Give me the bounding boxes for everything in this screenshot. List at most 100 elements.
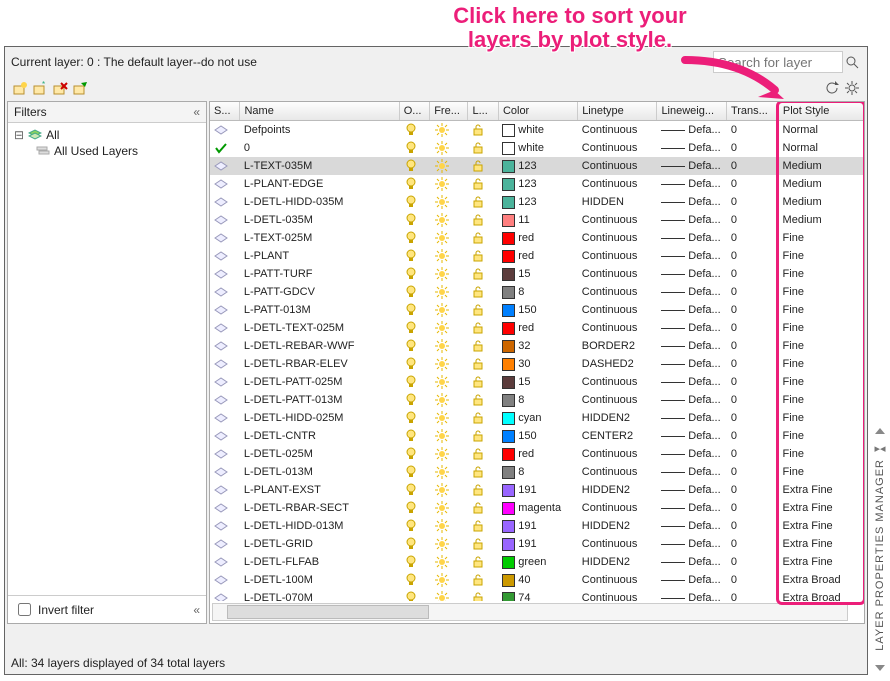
sun-freeze-icon[interactable] <box>431 249 469 263</box>
plotstyle-cell[interactable]: Extra Broad <box>779 574 864 586</box>
color-cell[interactable]: 74 <box>498 592 578 602</box>
lock-icon[interactable] <box>468 303 498 317</box>
linetype-cell[interactable]: HIDDEN2 <box>578 484 658 496</box>
plotstyle-cell[interactable]: Fine <box>779 466 864 478</box>
lineweight-cell[interactable]: Defa... <box>657 322 727 334</box>
sun-freeze-icon[interactable] <box>431 177 469 191</box>
linetype-cell[interactable]: Continuous <box>578 142 658 154</box>
linetype-cell[interactable]: Continuous <box>578 214 658 226</box>
linetype-cell[interactable]: Continuous <box>578 124 658 136</box>
invert-filter-checkbox[interactable] <box>18 603 31 616</box>
table-row[interactable]: L-DETL-FLFABgreenHIDDEN2Defa...0Extra Fi… <box>210 553 864 571</box>
color-cell[interactable]: cyan <box>498 412 578 425</box>
sun-freeze-icon[interactable] <box>431 267 469 281</box>
table-row[interactable]: L-DETL-GRID191ContinuousDefa...0Extra Fi… <box>210 535 864 553</box>
linetype-cell[interactable]: Continuous <box>578 376 658 388</box>
transparency-cell[interactable]: 0 <box>727 232 779 244</box>
plotstyle-cell[interactable]: Extra Fine <box>779 484 864 496</box>
lock-icon[interactable] <box>468 555 498 569</box>
table-row[interactable]: L-PLANT-EDGE123ContinuousDefa...0Medium <box>210 175 864 193</box>
table-row[interactable]: L-DETL-RBAR-SECTmagentaContinuousDefa...… <box>210 499 864 517</box>
transparency-cell[interactable]: 0 <box>727 124 779 136</box>
collapse-filters-icon[interactable]: « <box>193 105 200 119</box>
color-cell[interactable]: 15 <box>498 376 578 389</box>
lock-icon[interactable] <box>468 195 498 209</box>
plotstyle-cell[interactable]: Fine <box>779 448 864 460</box>
transparency-cell[interactable]: 0 <box>727 358 779 370</box>
color-cell[interactable]: 8 <box>498 286 578 299</box>
transparency-cell[interactable]: 0 <box>727 538 779 550</box>
color-cell[interactable]: 40 <box>498 574 578 587</box>
refresh-button[interactable] <box>823 79 841 97</box>
transparency-cell[interactable]: 0 <box>727 250 779 262</box>
layer-name[interactable]: L-PATT-TURF <box>240 268 401 280</box>
transparency-cell[interactable]: 0 <box>727 376 779 388</box>
lineweight-cell[interactable]: Defa... <box>657 214 727 226</box>
color-cell[interactable]: 8 <box>498 394 578 407</box>
sun-freeze-icon[interactable] <box>431 411 469 425</box>
plotstyle-cell[interactable]: Fine <box>779 322 864 334</box>
plotstyle-cell[interactable]: Extra Fine <box>779 556 864 568</box>
sun-freeze-icon[interactable] <box>431 537 469 551</box>
linetype-cell[interactable]: Continuous <box>578 448 658 460</box>
plotstyle-cell[interactable]: Fine <box>779 430 864 442</box>
transparency-cell[interactable]: 0 <box>727 160 779 172</box>
linetype-cell[interactable]: Continuous <box>578 304 658 316</box>
lock-icon[interactable] <box>468 321 498 335</box>
lineweight-cell[interactable]: Defa... <box>657 232 727 244</box>
lineweight-cell[interactable]: Defa... <box>657 178 727 190</box>
sun-freeze-icon[interactable] <box>431 159 469 173</box>
lock-icon[interactable] <box>468 465 498 479</box>
lock-icon[interactable] <box>468 591 498 601</box>
table-row[interactable]: L-PLANT-EXST191HIDDEN2Defa...0Extra Fine <box>210 481 864 499</box>
sun-freeze-icon[interactable] <box>431 231 469 245</box>
lock-icon[interactable] <box>468 501 498 515</box>
sun-freeze-icon[interactable] <box>431 321 469 335</box>
bulb-on-icon[interactable] <box>401 213 431 227</box>
bulb-on-icon[interactable] <box>401 249 431 263</box>
transparency-cell[interactable]: 0 <box>727 286 779 298</box>
collapse-up-icon[interactable] <box>875 428 885 434</box>
lineweight-cell[interactable]: Defa... <box>657 160 727 172</box>
sun-freeze-icon[interactable] <box>431 393 469 407</box>
lineweight-cell[interactable]: Defa... <box>657 286 727 298</box>
layer-name[interactable]: L-DETL-REBAR-WWF <box>240 340 401 352</box>
linetype-cell[interactable]: Continuous <box>578 160 658 172</box>
layer-name[interactable]: L-TEXT-035M <box>240 160 401 172</box>
bulb-on-icon[interactable] <box>401 573 431 587</box>
lineweight-cell[interactable]: Defa... <box>657 556 727 568</box>
sun-freeze-icon[interactable] <box>431 375 469 389</box>
plotstyle-cell[interactable]: Fine <box>779 412 864 424</box>
bulb-on-icon[interactable] <box>401 537 431 551</box>
plotstyle-cell[interactable]: Normal <box>779 142 864 154</box>
lock-icon[interactable] <box>468 177 498 191</box>
sun-freeze-icon[interactable] <box>431 429 469 443</box>
transparency-cell[interactable]: 0 <box>727 448 779 460</box>
table-row[interactable]: L-DETL-TEXT-025MredContinuousDefa...0Fin… <box>210 319 864 337</box>
layer-name[interactable]: L-PLANT <box>240 250 401 262</box>
plotstyle-cell[interactable]: Fine <box>779 394 864 406</box>
plotstyle-cell[interactable]: Fine <box>779 376 864 388</box>
layer-name[interactable]: L-DETL-HIDD-025M <box>240 412 401 424</box>
plotstyle-cell[interactable]: Fine <box>779 250 864 262</box>
transparency-cell[interactable]: 0 <box>727 520 779 532</box>
lock-icon[interactable] <box>468 393 498 407</box>
lock-icon[interactable] <box>468 123 498 137</box>
table-row[interactable]: L-PLANTredContinuousDefa...0Fine <box>210 247 864 265</box>
transparency-cell[interactable]: 0 <box>727 178 779 190</box>
layer-name[interactable]: 0 <box>240 142 401 154</box>
plotstyle-cell[interactable]: Fine <box>779 340 864 352</box>
transparency-cell[interactable]: 0 <box>727 322 779 334</box>
transparency-cell[interactable]: 0 <box>727 268 779 280</box>
lock-icon[interactable] <box>468 231 498 245</box>
bulb-on-icon[interactable] <box>401 555 431 569</box>
layer-name[interactable]: L-PLANT-EDGE <box>240 178 401 190</box>
layer-name[interactable]: L-DETL-GRID <box>240 538 401 550</box>
layer-name[interactable]: L-DETL-TEXT-025M <box>240 322 401 334</box>
sun-freeze-icon[interactable] <box>431 501 469 515</box>
plotstyle-cell[interactable]: Medium <box>779 160 864 172</box>
transparency-cell[interactable]: 0 <box>727 214 779 226</box>
transparency-cell[interactable]: 0 <box>727 304 779 316</box>
sun-freeze-icon[interactable] <box>431 213 469 227</box>
layer-name[interactable]: L-DETL-RBAR-SECT <box>240 502 401 514</box>
